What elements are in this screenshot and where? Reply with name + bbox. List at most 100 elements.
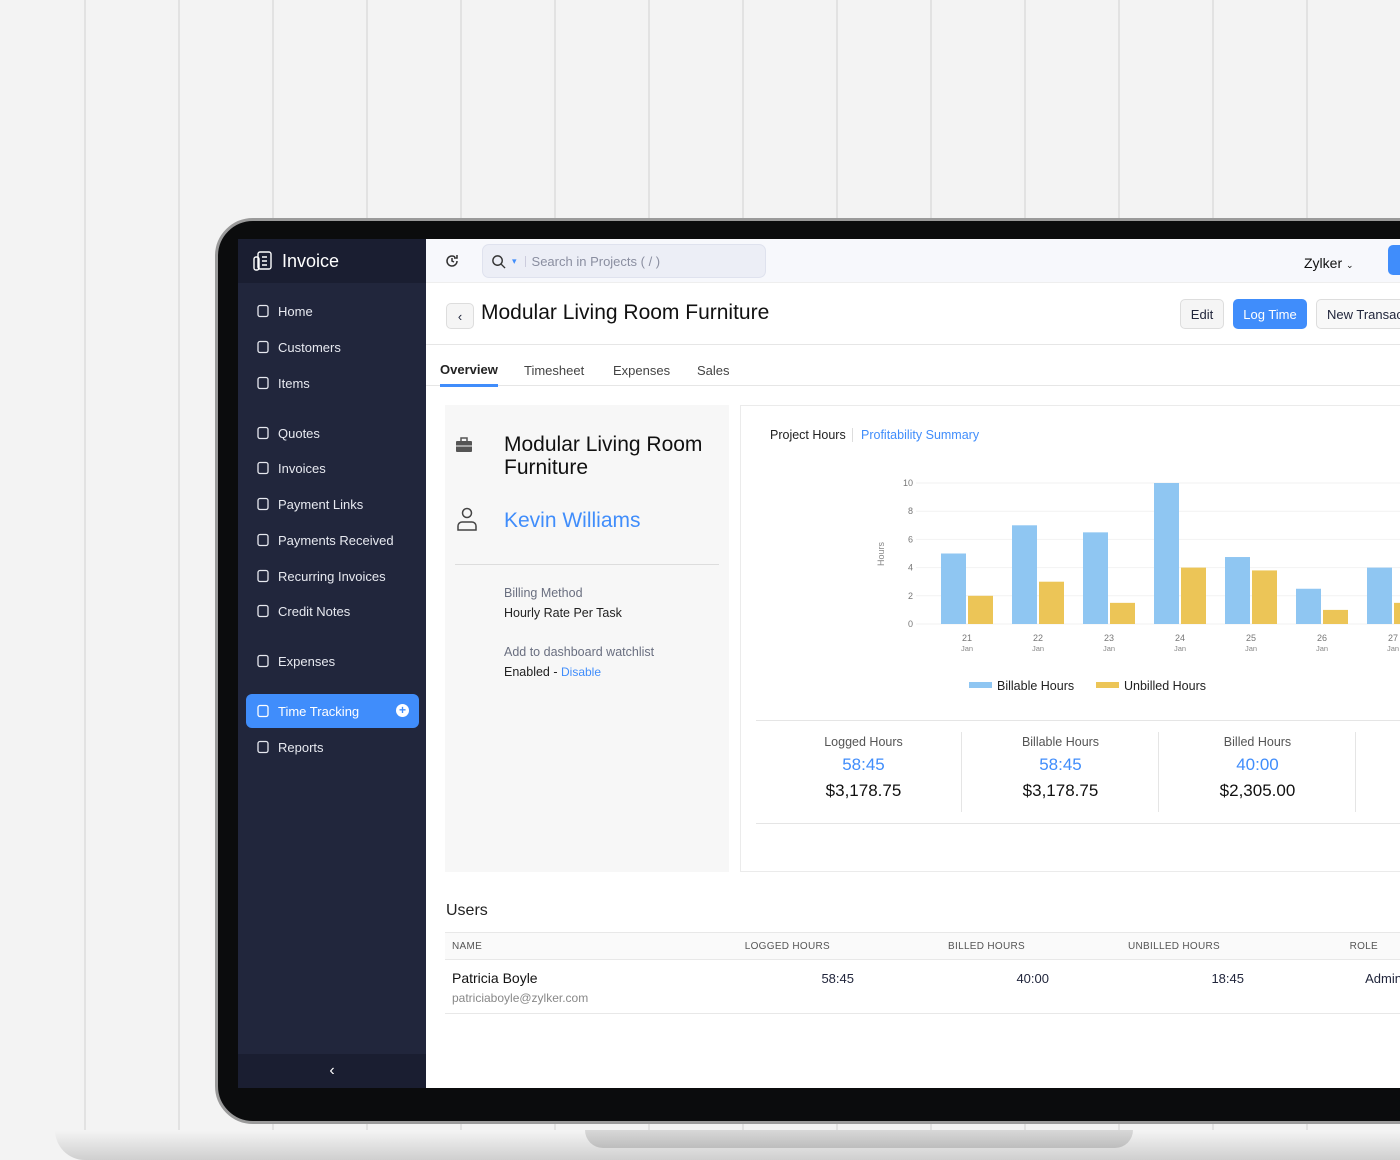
sidebar-item-label: Invoices — [278, 460, 326, 476]
search-icon — [492, 254, 506, 269]
chevron-down-icon[interactable]: ▾ — [512, 255, 526, 267]
quick-create-button[interactable] — [1388, 245, 1400, 275]
download-icon — [257, 533, 269, 547]
tab-expenses[interactable]: Expenses — [613, 363, 670, 378]
stopwatch-icon — [257, 704, 269, 718]
stat-hours: 58:45 — [842, 755, 885, 774]
add-time-entry-icon[interactable]: + — [396, 704, 409, 717]
edit-button[interactable]: Edit — [1180, 299, 1224, 329]
brand[interactable]: Invoice — [238, 239, 426, 283]
table-row[interactable]: Patricia Boyle patriciaboyle@zylker.com … — [445, 960, 1400, 1014]
bar-billable-hours — [1083, 532, 1108, 624]
recent-history-icon[interactable] — [444, 253, 460, 269]
x-tick-day: 24 — [1175, 633, 1185, 643]
sidebar-item-time-tracking[interactable]: Time Tracking + — [246, 694, 419, 728]
x-tick-month: Jan — [1032, 644, 1044, 653]
search-input[interactable]: ▾ Search in Projects ( / ) — [482, 244, 766, 278]
legend-label: Billable Hours — [997, 679, 1074, 693]
main-content: ▾ Search in Projects ( / ) Zylker ⌄ ‹ Mo… — [426, 239, 1400, 1088]
stat-hours: 58:45 — [1039, 755, 1082, 774]
top-bar: ▾ Search in Projects ( / ) Zylker ⌄ — [426, 239, 1400, 283]
sidebar-item-label: Credit Notes — [278, 603, 351, 619]
stat-amount: $3,178.75 — [1022, 781, 1099, 800]
sidebar-item-recurring-invoices[interactable]: Recurring Invoices — [246, 559, 419, 593]
user-icon — [257, 340, 269, 354]
watchlist-label: Add to dashboard watchlist — [504, 645, 655, 659]
billing-method-value: Hourly Rate Per Task — [504, 606, 622, 620]
y-tick-label: 0 — [908, 619, 913, 629]
sidebar-item-label: Customers — [278, 339, 341, 355]
bar-unbilled-hours — [1110, 602, 1135, 624]
stat-label: Logged Hours — [824, 735, 903, 749]
org-switcher[interactable]: Zylker ⌄ — [1304, 255, 1354, 271]
sidebar-item-credit-notes[interactable]: Credit Notes — [246, 594, 419, 628]
background-line — [84, 0, 86, 1160]
calculator-icon — [257, 426, 269, 440]
sidebar-item-customers[interactable]: Customers — [246, 330, 419, 364]
sidebar-item-items[interactable]: Items — [246, 366, 419, 400]
document-icon — [257, 461, 269, 475]
sidebar-item-reports[interactable]: Reports — [246, 730, 419, 764]
sidebar-item-payments-received[interactable]: Payments Received — [246, 523, 419, 557]
basket-icon — [257, 376, 269, 390]
x-tick-month: Jan — [961, 644, 973, 653]
col-billed-hours[interactable]: BILLED HOURS — [948, 941, 1025, 952]
receipt-icon — [257, 654, 269, 668]
sidebar-item-label: Reports — [278, 739, 324, 755]
user-email: patriciaboyle@zylker.com — [452, 991, 589, 1005]
sidebar-item-label: Quotes — [278, 425, 320, 441]
disable-watchlist-link[interactable]: Disable — [561, 665, 601, 679]
bar-billable-hours — [1225, 557, 1250, 624]
x-tick-month: Jan — [1316, 644, 1328, 653]
home-icon — [257, 304, 269, 318]
project-info-card: Modular Living Room Furniture Kevin Will… — [445, 405, 729, 872]
y-tick-label: 4 — [908, 563, 913, 573]
sidebar-item-quotes[interactable]: Quotes — [246, 416, 419, 450]
col-unbilled-hours[interactable]: UNBILLED HOURS — [1128, 941, 1220, 952]
briefcase-icon — [456, 437, 472, 452]
x-tick-month: Jan — [1387, 644, 1399, 653]
sidebar-item-expenses[interactable]: Expenses — [246, 644, 419, 678]
sidebar-item-home[interactable]: Home — [246, 294, 419, 328]
stat-hours: 40:00 — [1236, 755, 1279, 774]
bar-unbilled-hours — [1181, 567, 1206, 624]
collapse-sidebar-button[interactable]: ‹ — [238, 1054, 426, 1088]
sidebar-item-label: Recurring Invoices — [278, 568, 386, 584]
legend-swatch — [969, 682, 992, 688]
sidebar-item-label: Payment Links — [278, 496, 364, 512]
log-time-button[interactable]: Log Time — [1233, 299, 1307, 329]
col-logged-hours[interactable]: LOGGED HOURS — [745, 941, 830, 952]
bar-unbilled-hours — [1252, 570, 1277, 624]
x-tick-day: 23 — [1104, 633, 1114, 643]
user-billed-hours: 40:00 — [1016, 971, 1049, 986]
app-screen: Invoice Home Customers Items Quotes Invoices… — [238, 239, 1400, 1088]
bar-billable-hours — [1367, 567, 1392, 624]
sidebar-item-label: Items — [278, 375, 310, 391]
col-role[interactable]: ROLE — [1350, 941, 1378, 952]
tab-sales[interactable]: Sales — [697, 363, 730, 378]
customer-link[interactable]: Kevin Williams — [504, 509, 641, 533]
org-name: Zylker — [1304, 255, 1343, 271]
stat-amount: $3,178.75 — [825, 781, 902, 800]
laptop-notch — [585, 1130, 1133, 1148]
brand-name: Invoice — [282, 250, 340, 271]
y-axis-label: Hours — [876, 542, 886, 567]
x-tick-day: 26 — [1317, 633, 1327, 643]
user-role: Admin — [1365, 971, 1400, 986]
watchlist-status: Enabled - — [504, 665, 561, 679]
sidebar-item-invoices[interactable]: Invoices — [246, 451, 419, 485]
col-name[interactable]: NAME — [452, 941, 482, 952]
stat-label: Billable Hours — [1021, 735, 1100, 749]
x-tick-month: Jan — [1245, 644, 1257, 653]
tab-overview[interactable]: Overview — [440, 362, 498, 387]
sidebar-item-payment-links[interactable]: Payment Links — [246, 487, 419, 521]
y-tick-label: 2 — [908, 591, 913, 601]
back-button[interactable]: ‹ — [446, 303, 474, 329]
hours-chart: 0246810Hours21Jan22Jan23Jan24Jan25Jan26J… — [876, 478, 1400, 693]
new-transaction-button[interactable]: New Transac — [1316, 299, 1400, 329]
x-tick-day: 22 — [1033, 633, 1043, 643]
sidebar-item-label: Expenses — [278, 653, 336, 669]
bar-billable-hours — [1154, 483, 1179, 624]
tab-timesheet[interactable]: Timesheet — [524, 363, 584, 378]
y-tick-label: 10 — [903, 478, 913, 488]
